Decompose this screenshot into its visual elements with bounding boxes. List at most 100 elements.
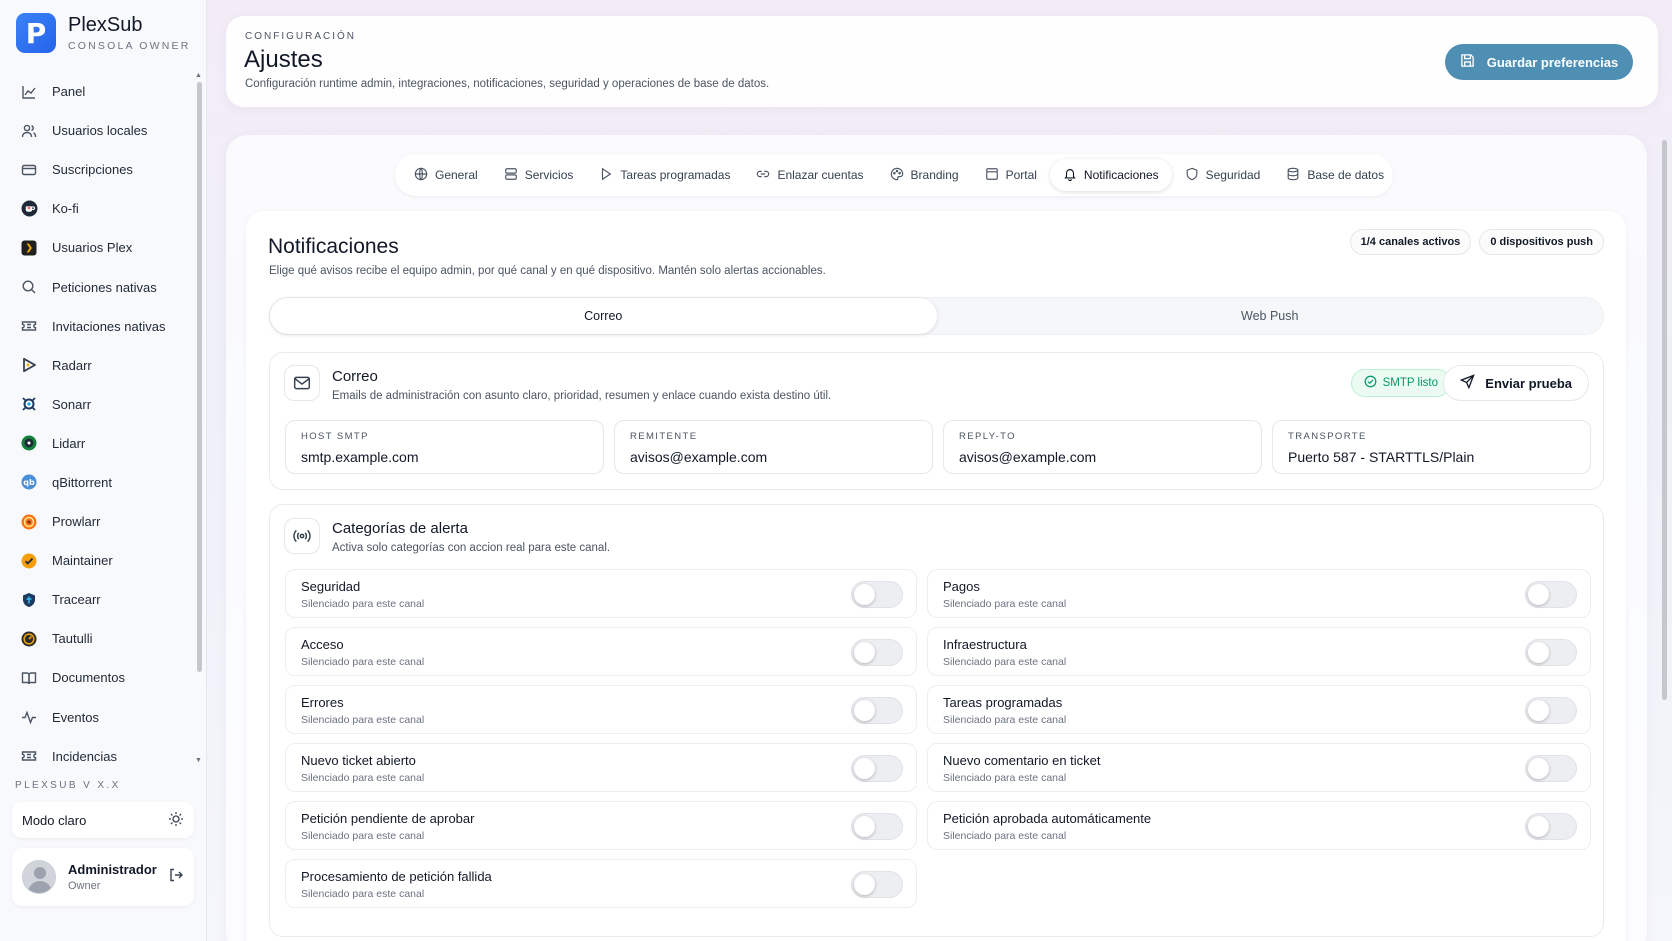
sender-field[interactable]: REMITENTE avisos@example.com [614, 420, 933, 474]
category-status: Silenciado para este canal [943, 656, 1067, 668]
tab-seguridad[interactable]: Seguridad [1172, 159, 1274, 191]
category-name: Nuevo ticket abierto [301, 753, 416, 768]
tracearr-icon [20, 591, 38, 609]
toggle-switch[interactable] [851, 755, 903, 782]
toggle-switch[interactable] [851, 871, 903, 898]
category-name: Acceso [301, 637, 344, 652]
sidebar-item-maintainer[interactable]: Maintainer [0, 541, 195, 580]
toggle-knob [854, 874, 875, 895]
tab-branding[interactable]: Branding [877, 159, 972, 191]
user-role: Owner [68, 880, 101, 892]
category-toggle-procesamiento-fallido[interactable]: Procesamiento de petición fallida Silenc… [285, 859, 917, 908]
category-toggle-infraestructura[interactable]: Infraestructura Silenciado para este can… [927, 627, 1591, 676]
sidebar-item-label: Sonarr [52, 396, 92, 412]
sidebar-item-label: Panel [52, 84, 86, 100]
category-toggle-errores[interactable]: Errores Silenciado para este canal [285, 685, 917, 734]
transport-field[interactable]: TRANSPORTE Puerto 587 - STARTTLS/Plain [1272, 420, 1591, 474]
tab-notificaciones[interactable]: Notificaciones [1049, 159, 1172, 191]
category-toggle-nuevo-comentario[interactable]: Nuevo comentario en ticket Silenciado pa… [927, 743, 1591, 792]
category-toggle-pagos[interactable]: Pagos Silenciado para este canal [927, 569, 1591, 618]
category-status: Silenciado para este canal [943, 772, 1067, 784]
scroll-down-icon[interactable]: ▼ [195, 757, 202, 764]
category-toggle-peticion-pendiente[interactable]: Petición pendiente de aprobar Silenciado… [285, 801, 917, 850]
reply-to-field[interactable]: REPLY-TO avisos@example.com [943, 420, 1262, 474]
ticket-icon [20, 317, 38, 335]
toggle-switch[interactable] [851, 639, 903, 666]
brand[interactable]: P PlexSub CONSOLA OWNER [16, 13, 191, 53]
tab-portal[interactable]: Portal [972, 159, 1050, 191]
tab-enlazar-cuentas[interactable]: Enlazar cuentas [743, 159, 876, 191]
channel-tab-correo[interactable]: Correo [270, 298, 937, 334]
category-toggle-nuevo-ticket[interactable]: Nuevo ticket abierto Silenciado para est… [285, 743, 917, 792]
app-version: PLEXSUB V X.X [15, 780, 121, 791]
category-status: Silenciado para este canal [301, 888, 425, 900]
tab-servicios[interactable]: Servicios [491, 159, 587, 191]
main-scroll-thumb[interactable] [1662, 140, 1667, 700]
sidebar-item-eventos[interactable]: Eventos [0, 698, 195, 737]
toggle-switch[interactable] [1525, 697, 1577, 724]
category-toggle-seguridad[interactable]: Seguridad Silenciado para este canal [285, 569, 917, 618]
categories-title: Categorías de alerta [332, 520, 468, 537]
sidebar-item-label: Suscripciones [52, 162, 133, 178]
sidebar-item-usuarios-plex[interactable]: Usuarios Plex [0, 228, 195, 267]
sidebar-scroll-thumb[interactable] [197, 82, 202, 672]
send-test-button[interactable]: Enviar prueba [1443, 365, 1589, 401]
theme-toggle[interactable]: Modo claro [12, 802, 194, 838]
main-scrollbar[interactable] [1661, 130, 1669, 941]
kofi-icon [20, 200, 38, 218]
sidebar-item-usuarios-locales[interactable]: Usuarios locales [0, 111, 195, 150]
sidebar: P PlexSub CONSOLA OWNER Panel Usuarios l… [0, 0, 207, 941]
field-value: avisos@example.com [959, 449, 1097, 465]
sidebar-item-radarr[interactable]: Radarr [0, 346, 195, 385]
sidebar-item-panel[interactable]: Panel [0, 72, 195, 111]
sidebar-item-lidarr[interactable]: Lidarr [0, 424, 195, 463]
sidebar-item-peticiones-nativas[interactable]: Peticiones nativas [0, 267, 195, 306]
toggle-switch[interactable] [851, 813, 903, 840]
toggle-switch[interactable] [1525, 639, 1577, 666]
sidebar-item-tautulli[interactable]: Tautulli [0, 619, 195, 658]
channel-tab-web-push[interactable]: Web Push [937, 298, 1604, 334]
svg-text:qb: qb [23, 478, 35, 487]
email-description: Emails de administración con asunto clar… [332, 390, 832, 402]
scroll-up-icon[interactable]: ▲ [195, 72, 202, 79]
tab-base-de-datos[interactable]: Base de datos [1273, 159, 1397, 191]
category-toggle-tareas-programadas[interactable]: Tareas programadas Silenciado para este … [927, 685, 1591, 734]
category-status: Silenciado para este canal [943, 714, 1067, 726]
sidebar-item-suscripciones[interactable]: Suscripciones [0, 150, 195, 189]
toggle-switch[interactable] [851, 581, 903, 608]
category-toggle-peticion-aprobada[interactable]: Petición aprobada automáticamente Silenc… [927, 801, 1591, 850]
tab-label: Base de datos [1307, 168, 1385, 182]
tab-label: Tareas programadas [620, 168, 731, 182]
sidebar-item-invitaciones-nativas[interactable]: Invitaciones nativas [0, 307, 195, 346]
sidebar-item-incidencias[interactable]: Incidencias [0, 737, 195, 764]
sidebar-item-qbittorrent[interactable]: qb qBittorrent [0, 463, 195, 502]
toggle-switch[interactable] [1525, 755, 1577, 782]
sidebar-item-label: Tautulli [52, 631, 93, 647]
tab-label: Portal [1005, 168, 1037, 182]
sidebar-item-documentos[interactable]: Documentos [0, 658, 195, 697]
logout-icon[interactable] [168, 867, 184, 888]
user-card: Administrador Owner [12, 848, 194, 906]
toggle-switch[interactable] [851, 697, 903, 724]
page-title: Ajustes [244, 46, 323, 73]
sidebar-item-kofi[interactable]: Ko-fi [0, 189, 195, 228]
lidarr-icon [20, 434, 38, 452]
smtp-host-field[interactable]: HOST SMTP smtp.example.com [285, 420, 604, 474]
sidebar-item-sonarr[interactable]: Sonarr [0, 385, 195, 424]
sidebar-item-label: Lidarr [52, 435, 86, 451]
toggle-switch[interactable] [1525, 581, 1577, 608]
sidebar-scrollbar[interactable]: ▲ ▼ [195, 72, 203, 764]
page-header: CONFIGURACIÓN Ajustes Configuración runt… [226, 16, 1658, 107]
sidebar-item-prowlarr[interactable]: Prowlarr [0, 502, 195, 541]
category-toggle-acceso[interactable]: Acceso Silenciado para este canal [285, 627, 917, 676]
sidebar-item-tracearr[interactable]: Tracearr [0, 580, 195, 619]
email-settings: Correo Emails de administración con asun… [269, 352, 1604, 490]
tab-tareas-programadas[interactable]: Tareas programadas [586, 159, 743, 191]
tab-general[interactable]: General [401, 159, 491, 191]
field-value: avisos@example.com [630, 449, 768, 465]
save-preferences-button[interactable]: Guardar preferencias [1445, 44, 1633, 80]
mail-icon [284, 365, 320, 401]
toggle-switch[interactable] [1525, 813, 1577, 840]
category-status: Silenciado para este canal [301, 656, 425, 668]
category-name: Seguridad [301, 579, 361, 594]
